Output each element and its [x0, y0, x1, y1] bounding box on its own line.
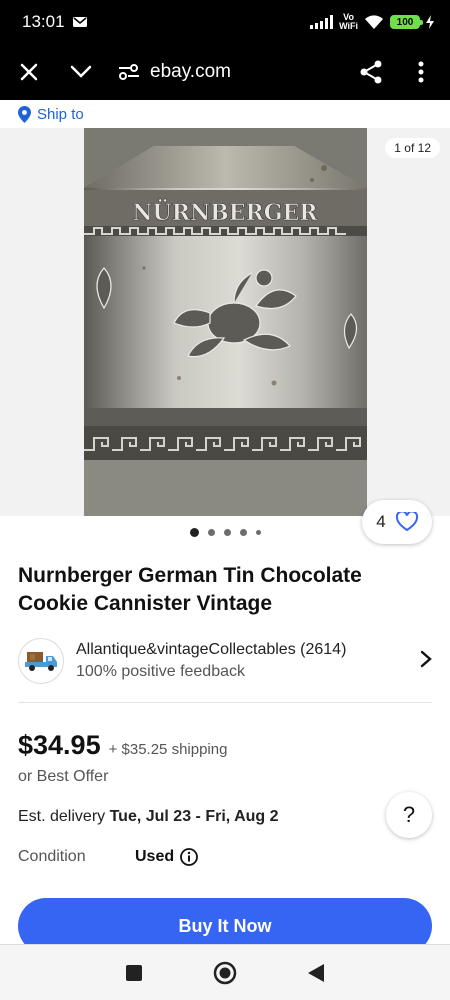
- pagination-dot[interactable]: [255, 530, 261, 535]
- price: $34.95: [18, 730, 101, 760]
- share-icon[interactable]: [356, 57, 386, 87]
- battery-icon: 100: [390, 15, 423, 29]
- wifi-icon: [365, 15, 383, 29]
- home-icon[interactable]: [213, 961, 237, 985]
- image-counter: 1 of 12: [385, 138, 440, 158]
- help-button[interactable]: ?: [386, 792, 432, 838]
- delivery-dates: Tue, Jul 23 - Fri, Aug 2: [109, 808, 279, 825]
- question-icon: ?: [402, 802, 416, 827]
- product-photo[interactable]: NÜRNBERGER: [84, 128, 367, 516]
- recents-icon[interactable]: [125, 964, 142, 981]
- estimated-delivery: Est. delivery Tue, Jul 23 - Fri, Aug 2: [18, 808, 279, 826]
- chevron-right-icon[interactable]: [420, 650, 432, 673]
- url-text[interactable]: ebay.com: [150, 61, 231, 83]
- browser-toolbar: ebay.com: [0, 44, 450, 100]
- vowifi-label: Vo WiFi: [339, 12, 358, 31]
- signal-icon: [310, 15, 334, 29]
- message-icon: [72, 17, 87, 27]
- truck-logo-icon: [25, 652, 57, 671]
- site-settings-icon[interactable]: [114, 57, 144, 87]
- pagination-dot[interactable]: [239, 529, 247, 536]
- seller-row[interactable]: Allantique&vintageCollectables (2614) 10…: [18, 636, 432, 686]
- seller-name[interactable]: Allantique&vintageCollectables (2614): [76, 639, 346, 661]
- seller-feedback: 100% positive feedback: [76, 663, 245, 680]
- system-nav-bar: [0, 944, 450, 1000]
- condition-value: Used: [135, 848, 175, 865]
- tin-brand-text: NÜRNBERGER: [132, 198, 318, 226]
- gallery-pagination: [0, 528, 450, 537]
- seller-avatar: [18, 638, 64, 684]
- back-icon[interactable]: [308, 963, 325, 982]
- close-icon[interactable]: [14, 57, 44, 87]
- info-icon[interactable]: [180, 848, 199, 866]
- divider: [18, 702, 432, 703]
- status-time: 13:01: [22, 12, 65, 31]
- pagination-dot[interactable]: [223, 529, 231, 536]
- charging-icon: [426, 15, 434, 29]
- condition-row: Condition Used: [18, 848, 199, 866]
- shipping-cost: + $35.25 shipping: [108, 741, 228, 758]
- best-offer-text: or Best Offer: [18, 768, 109, 785]
- price-row: $34.95 + $35.25 shipping: [18, 730, 227, 761]
- listing-title: Nurnberger German Tin Chocolate Cookie C…: [18, 564, 362, 615]
- chevron-down-icon[interactable]: [66, 57, 96, 87]
- pagination-dot[interactable]: [189, 528, 199, 537]
- watch-button[interactable]: 4: [362, 500, 432, 544]
- location-pin-icon: [18, 105, 31, 123]
- more-options-icon[interactable]: [406, 57, 436, 87]
- delivery-label: Est. delivery: [18, 808, 106, 825]
- ship-to-label: Ship to: [37, 105, 84, 123]
- image-gallery[interactable]: NÜRNBERGER 1 of 12: [0, 128, 450, 516]
- pagination-dot[interactable]: [207, 529, 215, 536]
- ship-to-link[interactable]: Ship to: [0, 100, 450, 128]
- status-bar: 13:01 Vo WiFi 100: [0, 0, 450, 44]
- condition-label: Condition: [18, 848, 86, 865]
